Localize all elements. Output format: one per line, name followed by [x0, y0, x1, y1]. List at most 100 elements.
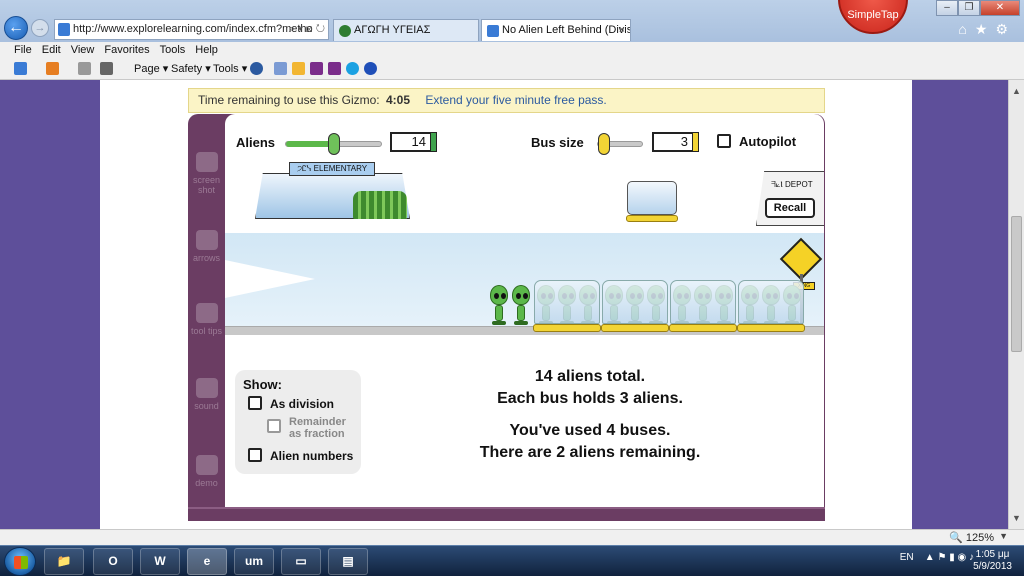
mail-icon[interactable]: [78, 62, 91, 75]
aliens-value: 14: [411, 134, 426, 149]
restore-button[interactable]: ❐: [958, 0, 980, 16]
menu-file[interactable]: File: [0, 43, 37, 58]
aliens-slider-fill: [286, 141, 334, 147]
skype-icon[interactable]: [346, 62, 359, 75]
extend-pass-link[interactable]: Extend your five minute free pass.: [425, 93, 606, 107]
aliens-slider[interactable]: [285, 133, 382, 155]
bluetooth-icon[interactable]: [364, 62, 377, 75]
explorer-taskbar-icon[interactable]: 📁: [44, 548, 84, 575]
start-button[interactable]: [4, 547, 36, 576]
menu-tools[interactable]: Tools: [155, 43, 191, 58]
bus-windows: [627, 181, 677, 215]
windows-logo-icon: [14, 556, 28, 569]
help-icon[interactable]: [250, 62, 263, 75]
zoom-value: 125%: [965, 532, 994, 544]
tray-icons[interactable]: ▲ ⚑ ▮ ◉ ♪: [916, 552, 974, 563]
forward-button[interactable]: →: [31, 19, 49, 37]
site-favicon-icon: [339, 25, 351, 37]
tab-no-alien-left-behind[interactable]: No Alien Left Behind (Divisi... ×: [481, 19, 631, 41]
status-bar: 🔍 125% ▼: [0, 529, 1024, 545]
language-indicator[interactable]: EN: [900, 552, 914, 563]
media-taskbar-icon[interactable]: um: [234, 548, 274, 575]
safety-menu[interactable]: Safety ▾: [171, 62, 211, 75]
app-taskbar-icon[interactable]: ▤: [328, 548, 368, 575]
page-icon: [58, 23, 70, 36]
menu-edit[interactable]: Edit: [37, 43, 66, 58]
back-button[interactable]: ←: [4, 16, 28, 40]
bus: [669, 280, 737, 332]
depot-glyph: ᖷ⟀Ⲓ: [771, 180, 783, 189]
arrows-icon: [195, 230, 218, 250]
favorites-star-icon[interactable]: ★: [975, 21, 996, 37]
site-favicon-icon: [487, 25, 499, 37]
zoom-dropdown-icon[interactable]: ▼: [999, 531, 1008, 541]
tooltips-tool[interactable]: tool tips: [188, 303, 225, 336]
alien-numbers-checkbox[interactable]: [248, 448, 262, 462]
tab-label: ΑΓΩΓΗ ΥΓΕΙΑΣ: [354, 24, 431, 36]
menu-view[interactable]: View: [66, 43, 100, 58]
as-division-checkbox[interactable]: [248, 396, 262, 410]
clock[interactable]: 1:05 μμ 5/9/2013: [973, 549, 1012, 573]
recall-button[interactable]: Recall: [765, 198, 815, 218]
spelling-icon[interactable]: [274, 62, 287, 75]
clock-date: 5/9/2013: [973, 561, 1012, 572]
bus-size-number-field[interactable]: 3: [652, 132, 699, 152]
menu-bar: File Edit View Favorites Tools Help: [0, 42, 1024, 58]
result-message: 14 aliens total. Each bus holds 3 aliens…: [430, 366, 750, 464]
folder-taskbar-icon[interactable]: ▭: [281, 548, 321, 575]
scroll-down-icon[interactable]: ▼: [1012, 513, 1021, 523]
scroll-up-icon[interactable]: ▲: [1012, 86, 1021, 96]
arrows-tool[interactable]: arrows: [188, 230, 225, 263]
depot-sign: ᖷ⟀Ⲓ DEPOT: [771, 180, 813, 190]
close-window-button[interactable]: ✕: [980, 0, 1020, 16]
school-sign: ੭Ꮭᓭ ELEMENTARY: [289, 162, 375, 176]
close-tab-icon[interactable]: ×: [619, 20, 625, 41]
simpletap-button[interactable]: SimpleTap: [838, 0, 908, 34]
menu-help[interactable]: Help: [190, 43, 223, 58]
home-page-icon[interactable]: [14, 62, 27, 75]
sound-label: sound: [194, 401, 219, 411]
gear-icon[interactable]: ⚙: [995, 21, 1016, 37]
menu-favorites[interactable]: Favorites: [99, 43, 154, 58]
tooltips-label: tool tips: [190, 326, 223, 336]
bus-size-value: 3: [680, 134, 688, 149]
print-icon[interactable]: [100, 62, 113, 75]
sound-tool[interactable]: sound: [188, 378, 225, 411]
minimize-button[interactable]: –: [936, 0, 958, 16]
onenote-send-icon[interactable]: [328, 62, 341, 75]
parked-bus: [626, 181, 678, 223]
demo-tool[interactable]: demo: [188, 455, 225, 488]
bus-size-slider[interactable]: [597, 133, 643, 155]
camera-icon: [195, 152, 218, 172]
word-taskbar-icon[interactable]: W: [140, 548, 180, 575]
tools-menu[interactable]: Tools ▾: [213, 62, 247, 75]
screenshot-tool[interactable]: screen shot: [188, 152, 225, 195]
alien: [489, 285, 509, 329]
bus-size-label: Bus size: [531, 135, 584, 150]
scrollbar-thumb[interactable]: [1011, 216, 1022, 352]
outlook-taskbar-icon[interactable]: O: [93, 548, 133, 575]
onenote-icon[interactable]: [310, 62, 323, 75]
autopilot-checkbox[interactable]: [717, 134, 731, 148]
field-cap: [430, 132, 437, 152]
address-text: http://www.explorelearning.com/index.cfm…: [73, 23, 313, 35]
alien-numbers-label: Alien numbers: [270, 449, 354, 463]
aliens-number-field[interactable]: 14: [390, 132, 437, 152]
tab-agogi-ygeias[interactable]: ΑΓΩΓΗ ΥΓΕΙΑΣ: [333, 19, 479, 41]
aliens-slider-thumb[interactable]: [328, 133, 340, 155]
vertical-scrollbar[interactable]: ▲ ▼: [1008, 80, 1024, 529]
address-tools-icon[interactable]: ⌕ ▾ ⊠ ↻: [289, 20, 325, 39]
address-bar[interactable]: http://www.explorelearning.com/index.cfm…: [54, 19, 329, 40]
remaining-aliens-text: There are 2 aliens remaining.: [479, 444, 701, 461]
remainder-fraction-checkbox[interactable]: [267, 419, 281, 433]
home-icon[interactable]: ⌂: [958, 21, 974, 37]
bus-slider-thumb[interactable]: [598, 133, 610, 155]
addon-icon[interactable]: [292, 62, 305, 75]
command-bar: Page ▾ Safety ▾ Tools ▾: [0, 58, 1024, 80]
page-menu[interactable]: Page ▾: [134, 62, 168, 75]
internet-explorer-taskbar-icon[interactable]: e: [187, 548, 227, 575]
feeds-icon[interactable]: [46, 62, 59, 75]
system-tray: EN ▲ ⚑ ▮ ◉ ♪: [900, 552, 974, 563]
page-side-decoration: [0, 80, 100, 529]
zoom-level[interactable]: 🔍 125%: [949, 531, 994, 544]
